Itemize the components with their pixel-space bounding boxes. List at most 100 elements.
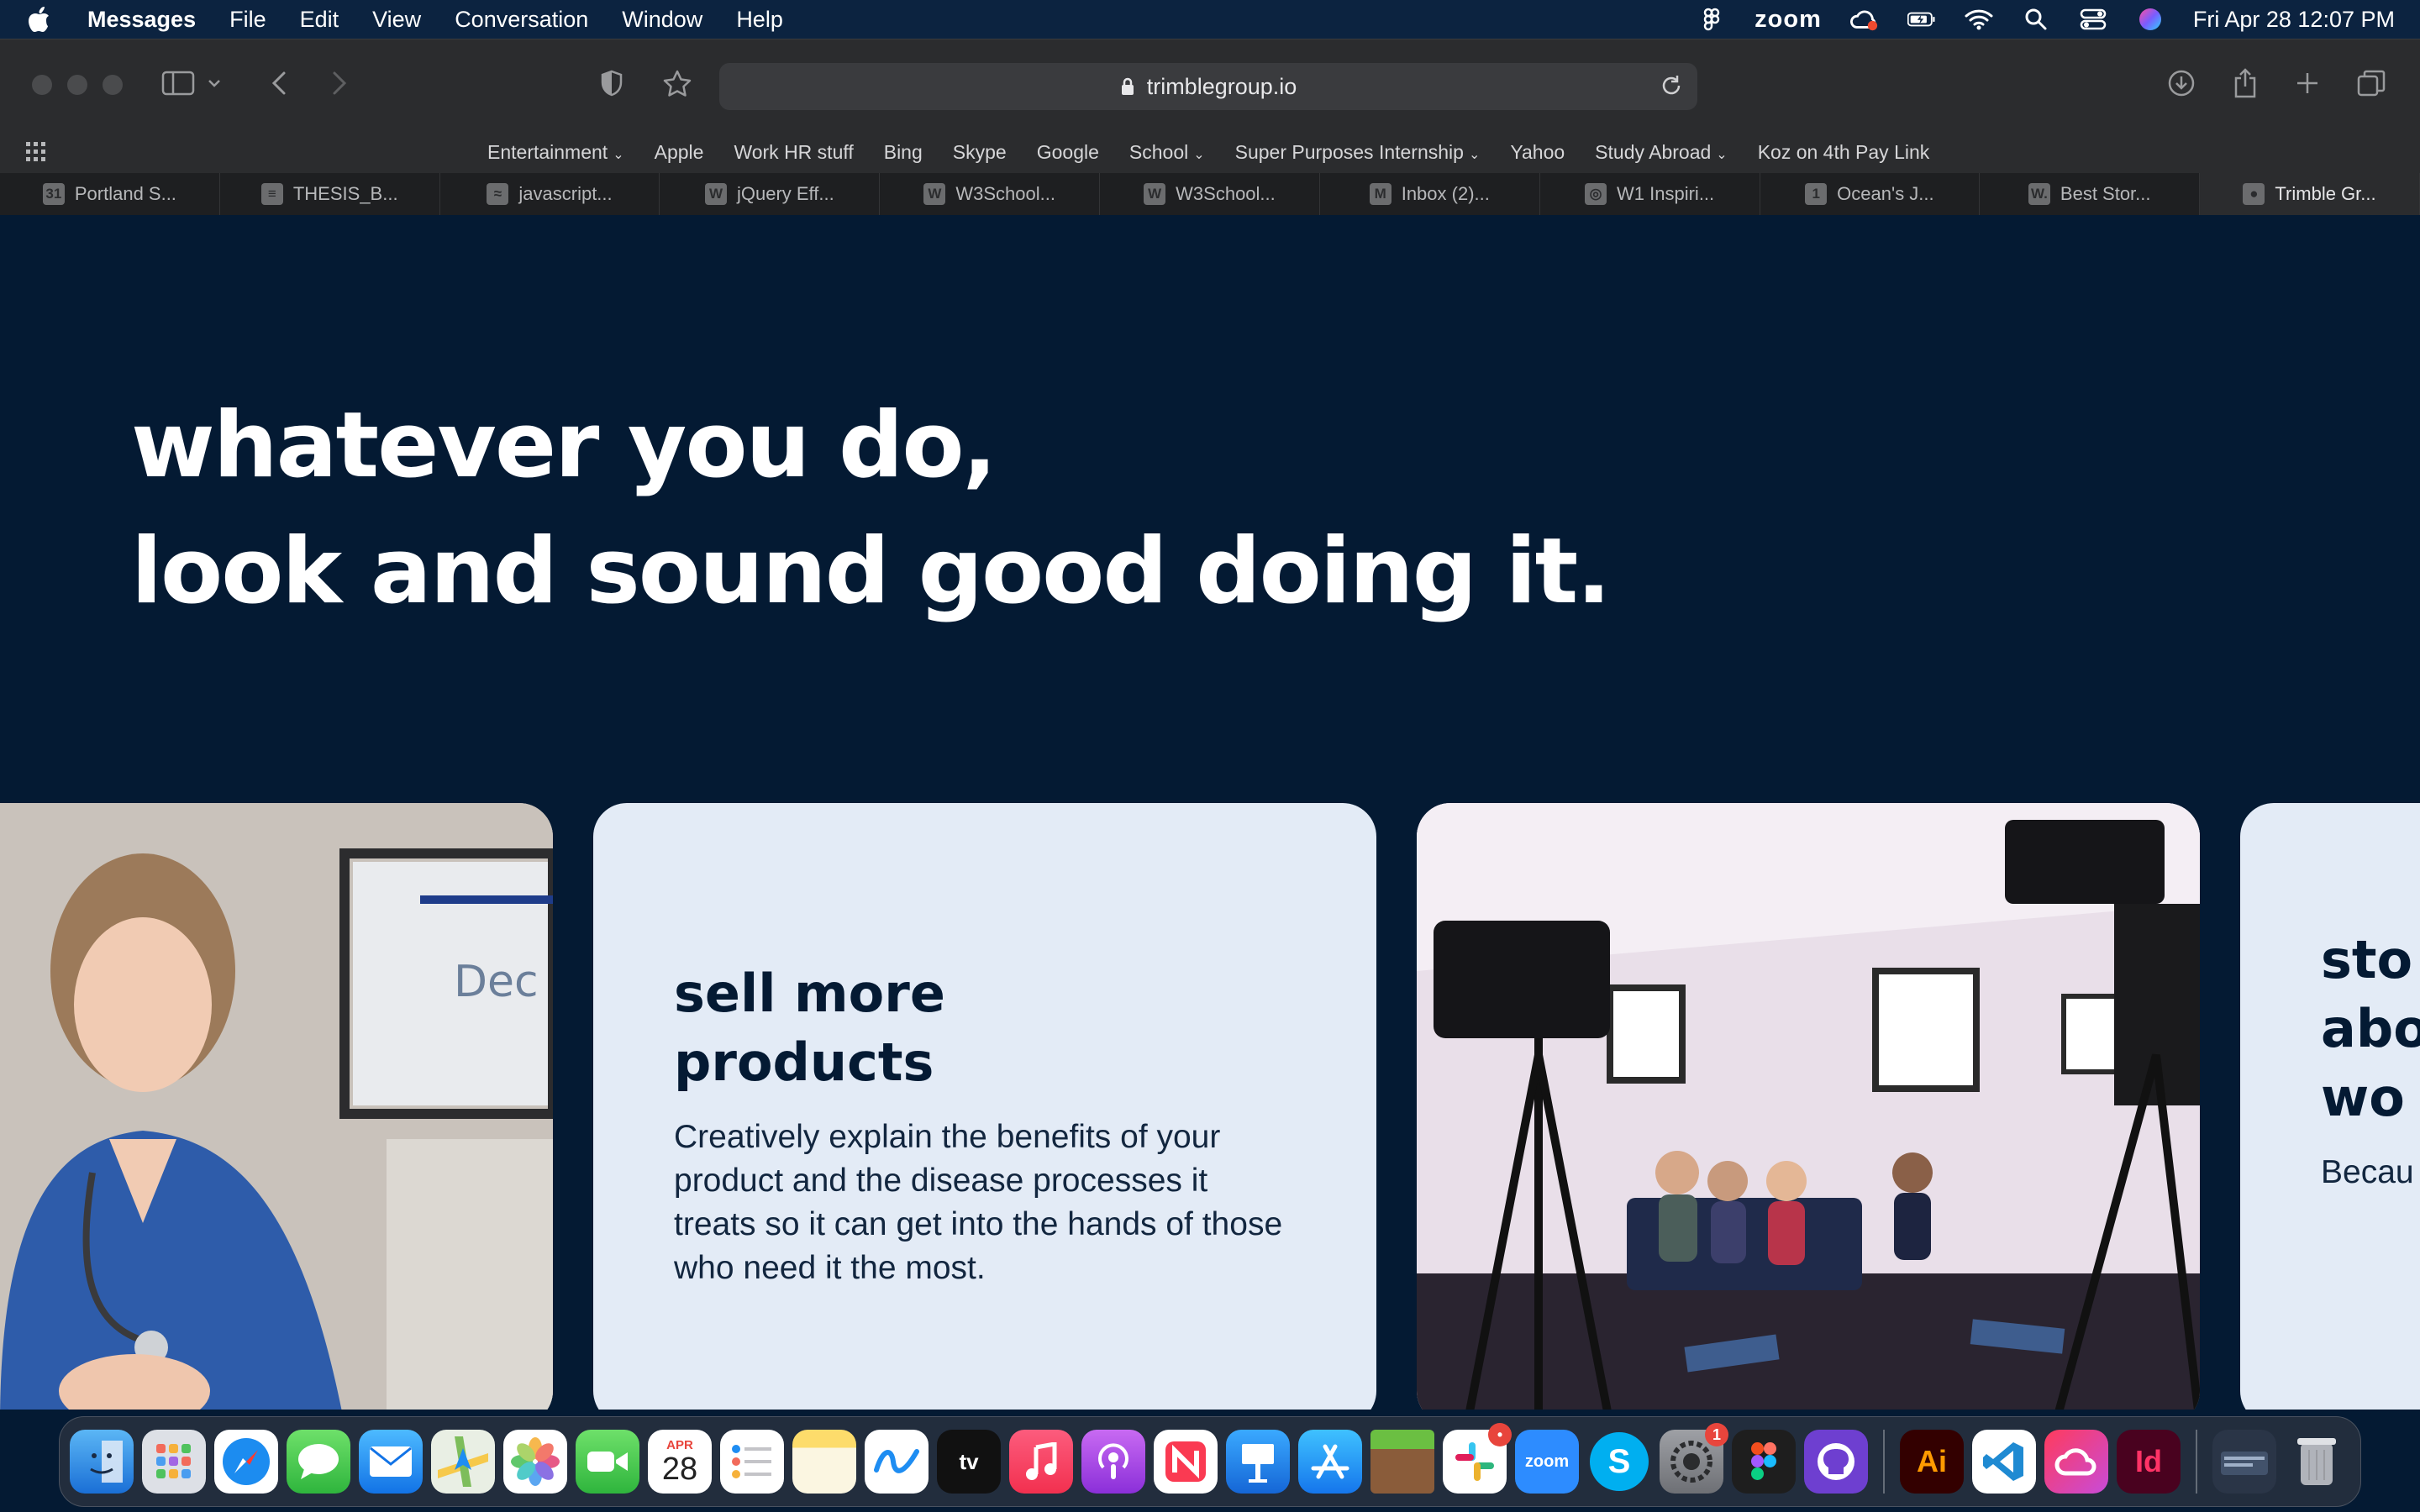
messages-icon[interactable] xyxy=(287,1430,350,1494)
favorite-label: Super Purposes Internship xyxy=(1234,140,1464,163)
sidebar-toggle-icon[interactable] xyxy=(156,61,200,105)
menu-app-name[interactable]: Messages xyxy=(87,7,196,33)
spotlight-search-icon[interactable] xyxy=(2022,7,2050,32)
browser-tab[interactable]: ● Trimble Gr... xyxy=(2200,173,2420,215)
podcasts-icon[interactable] xyxy=(1081,1430,1145,1494)
freeform-icon[interactable] xyxy=(865,1430,929,1494)
finder-icon[interactable] xyxy=(70,1430,134,1494)
reminders-icon[interactable] xyxy=(720,1430,784,1494)
zoom-app-icon[interactable]: zoom xyxy=(1515,1430,1579,1494)
favorite-item[interactable]: Skype xyxy=(953,141,1007,164)
browser-tab[interactable]: W W3School... xyxy=(880,173,1101,215)
privacy-shield-icon[interactable] xyxy=(590,61,634,105)
favorite-item[interactable]: Koz on 4th Pay Link xyxy=(1758,141,1930,164)
favorite-item[interactable]: Entertainment ⌄ xyxy=(487,141,624,164)
calendar-month: APR xyxy=(666,1437,693,1452)
trash-icon[interactable] xyxy=(2285,1430,2349,1494)
zoom-status[interactable]: zoom xyxy=(1754,6,1822,34)
figma-status-icon[interactable] xyxy=(1697,7,1726,32)
menu-edit[interactable]: Edit xyxy=(300,7,339,33)
close-window-button[interactable] xyxy=(32,75,52,95)
address-url: trimblegroup.io xyxy=(1146,73,1297,99)
downloads-stack-icon[interactable] xyxy=(2212,1430,2276,1494)
menu-conversation[interactable]: Conversation xyxy=(455,7,588,33)
browser-tab[interactable]: M Inbox (2)... xyxy=(1320,173,1540,215)
news-icon[interactable] xyxy=(1154,1430,1218,1494)
browser-tab[interactable]: ◎ W1 Inspiri... xyxy=(1540,173,1760,215)
creative-cloud-icon[interactable] xyxy=(2044,1430,2108,1494)
illustrator-icon[interactable]: Ai xyxy=(1900,1430,1964,1494)
favorite-item[interactable]: Bing xyxy=(884,141,923,164)
browser-tab[interactable]: ≡ THESIS_B... xyxy=(220,173,440,215)
github-desktop-icon[interactable] xyxy=(1804,1430,1868,1494)
menu-window[interactable]: Window xyxy=(622,7,702,33)
figma-icon[interactable] xyxy=(1732,1430,1796,1494)
favorite-item[interactable]: Super Purposes Internship ⌄ xyxy=(1235,141,1481,164)
tab-favicon-icon: M xyxy=(1369,183,1392,205)
safari-icon[interactable] xyxy=(214,1430,278,1494)
card-title-line-1: sto xyxy=(2321,929,2413,990)
favorite-item[interactable]: Apple xyxy=(655,141,704,164)
minimize-window-button[interactable] xyxy=(67,75,87,95)
menu-file[interactable]: File xyxy=(229,7,266,33)
app-store-icon[interactable] xyxy=(1298,1430,1362,1494)
vscode-icon[interactable] xyxy=(1972,1430,2036,1494)
menu-datetime[interactable]: Fri Apr 28 12:07 PM xyxy=(2193,7,2395,33)
browser-tab[interactable]: WjQuery Eff... xyxy=(660,173,881,215)
mail-icon[interactable] xyxy=(359,1430,423,1494)
siri-icon[interactable] xyxy=(2136,7,2165,32)
browser-tab[interactable]: 31 Portland S... xyxy=(0,173,220,215)
stories-card[interactable]: sto abo wo Becau make a interes clear a xyxy=(2240,803,2420,1410)
reload-icon[interactable] xyxy=(1659,73,1684,98)
apple-icon[interactable] xyxy=(25,5,54,34)
calendar-icon[interactable]: APR 28 xyxy=(648,1430,712,1494)
music-icon[interactable] xyxy=(1009,1430,1073,1494)
back-arrow-icon[interactable] xyxy=(257,61,301,105)
browser-tab[interactable]: 1 Ocean's J... xyxy=(1760,173,1981,215)
browser-tab[interactable]: W. Best Stor... xyxy=(1980,173,2201,215)
sell-more-products-card[interactable]: sell more products Creatively explain th… xyxy=(593,803,1376,1410)
chevron-down-icon: ⌄ xyxy=(613,147,624,162)
apps-grid-icon[interactable] xyxy=(25,141,47,163)
favorite-item[interactable]: Yahoo xyxy=(1510,141,1565,164)
forward-arrow-icon[interactable] xyxy=(318,61,361,105)
launchpad-icon[interactable] xyxy=(142,1430,206,1494)
indesign-icon[interactable]: Id xyxy=(2117,1430,2181,1494)
system-settings-icon[interactable]: 1 xyxy=(1660,1423,1728,1494)
favorite-label: Entertainment xyxy=(487,140,608,163)
creative-cloud-status-icon[interactable] xyxy=(1849,7,1879,32)
web-page: whatever you do, look and sound good doi… xyxy=(0,215,2420,1410)
tab-overview-icon[interactable] xyxy=(2349,61,2393,105)
menu-help[interactable]: Help xyxy=(736,7,783,33)
photos-icon[interactable] xyxy=(503,1430,567,1494)
control-center-icon[interactable] xyxy=(2079,7,2107,32)
browser-tab[interactable]: ≈ javascript... xyxy=(440,173,660,215)
nurse-photo-card: Dec xyxy=(0,803,553,1410)
notes-icon[interactable] xyxy=(792,1430,856,1494)
share-icon[interactable] xyxy=(2223,61,2267,105)
menu-view[interactable]: View xyxy=(372,7,421,33)
new-tab-plus-icon[interactable] xyxy=(2286,61,2329,105)
slack-icon[interactable]: • xyxy=(1443,1423,1512,1494)
maps-icon[interactable] xyxy=(431,1430,495,1494)
browser-tab[interactable]: W W3School... xyxy=(1100,173,1320,215)
skype-icon[interactable]: S xyxy=(1587,1430,1651,1494)
facetime-icon[interactable] xyxy=(576,1430,639,1494)
favorite-item[interactable]: Study Abroad ⌄ xyxy=(1595,141,1728,164)
tab-groups-chevron-icon[interactable] xyxy=(202,61,227,105)
favorite-item[interactable]: Work HR stuff xyxy=(734,141,853,164)
downloads-icon[interactable] xyxy=(2160,61,2203,105)
cards-carousel[interactable]: Dec sell more products Creatively explai… xyxy=(0,803,2420,1410)
dock-separator xyxy=(2196,1430,2197,1494)
battery-icon[interactable] xyxy=(1907,7,1936,32)
wifi-icon[interactable] xyxy=(1965,7,1993,32)
illustrator-label: Ai xyxy=(1917,1444,1947,1478)
favorite-item[interactable]: School ⌄ xyxy=(1129,141,1205,164)
address-bar[interactable]: trimblegroup.io xyxy=(719,63,1697,110)
zoom-window-button[interactable] xyxy=(103,75,123,95)
apple-tv-icon[interactable]: tv xyxy=(937,1430,1001,1494)
favorite-item[interactable]: Google xyxy=(1037,141,1099,164)
bookmark-star-icon[interactable] xyxy=(655,61,699,105)
keynote-icon[interactable] xyxy=(1226,1430,1290,1494)
minecraft-icon[interactable] xyxy=(1370,1430,1434,1494)
